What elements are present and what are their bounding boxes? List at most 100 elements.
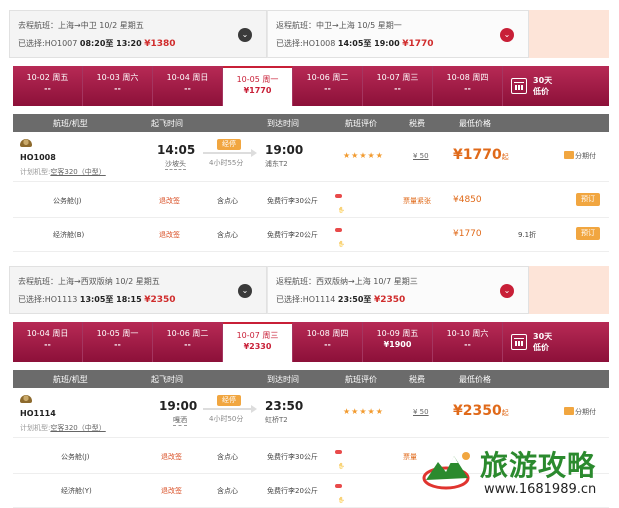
chevron-down-icon[interactable]: ⌄ (500, 284, 514, 298)
ticket-availability: 票量 (403, 453, 417, 461)
points-badge[interactable]: ✋ 最多485积分 (335, 194, 378, 215)
rating-stars-icon[interactable]: ★★★★★ (343, 407, 384, 416)
points-badge[interactable]: ✋ 最多578积分 (335, 450, 378, 471)
inbound-trip-summary[interactable]: 返程航班：西双版纳→上海 10/7 星期三 已选择:HO1114 23:50至 … (267, 266, 529, 314)
book-button[interactable]: 预订 (576, 227, 600, 240)
cabin-name: 经济舱(Y) (61, 487, 92, 495)
refund-change-link[interactable]: 退改签 (159, 196, 180, 206)
low-price-calendar-button[interactable]: 30天 低价 (503, 66, 609, 106)
chevron-down-icon[interactable]: ⌄ (500, 28, 514, 42)
travel-logo-icon (422, 452, 470, 490)
refund-change-link[interactable]: 退改签 (159, 230, 180, 240)
tax-value: ¥ 50 (413, 408, 429, 416)
date-tab[interactable]: 10-05 周一 -- (83, 322, 153, 362)
points-badge[interactable]: ✋ 最多235积分 (335, 484, 378, 505)
lowest-price: ¥1770起 (453, 147, 509, 163)
outbound-price: ¥2350 (144, 295, 176, 305)
chevron-down-icon[interactable]: ⌄ (238, 28, 252, 42)
flight-number: HO1114 (20, 409, 56, 418)
column-header: 到达时间 (267, 375, 299, 384)
installment-button[interactable]: 分期付 (564, 407, 596, 417)
aircraft-type: 计划机型:空客320（中型） (20, 424, 106, 432)
departure-time: 14:05 (157, 143, 196, 157)
inbound-title: 返程航班：西双版纳→上海 10/7 星期三 (276, 277, 418, 286)
installment-icon (564, 151, 574, 159)
column-header: 航班/机型 (53, 375, 88, 384)
cabin-name: 公务舱(J) (53, 197, 82, 205)
date-tab[interactable]: 10-03 周六 -- (83, 66, 153, 106)
date-tab-selected[interactable]: 10-05 周一 ¥1770 (223, 66, 293, 106)
meal-info: 含点心 (217, 487, 238, 495)
decorative-fill (529, 266, 609, 314)
column-header: 税费 (409, 375, 425, 384)
date-tab[interactable]: 10-08 周四 -- (433, 66, 503, 106)
date-tab[interactable]: 10-07 周三 -- (363, 66, 433, 106)
tax-value: ¥ 50 (413, 152, 429, 160)
outbound-price: ¥1380 (144, 39, 176, 49)
baggage-info: 免费行李30公斤 (267, 197, 318, 205)
date-tab[interactable]: 10-09 周五 ¥1900 (363, 322, 433, 362)
flight-panel-1: 去程航班：上海→中卫 10/2 星期五 已选择:HO1007 08:20至 13… (9, 10, 609, 254)
points-badge[interactable]: ✋ 最多142积分 (335, 228, 378, 249)
arrival-airport: 虹桥T2 (265, 416, 288, 424)
date-selector: 10-02 周五 -- 10-03 周六 -- 10-04 周日 -- 10-05 周… (13, 66, 609, 106)
chevron-down-icon[interactable]: ⌄ (238, 284, 252, 298)
departure-airport[interactable]: 沙坡头 (165, 159, 186, 170)
date-tab[interactable]: 10-06 周二 -- (293, 66, 363, 106)
baggage-info: 免费行李20公斤 (267, 231, 318, 239)
column-header: 起飞时间 (151, 119, 183, 128)
refund-change-link[interactable]: 退改签 (161, 452, 182, 462)
arrival-airport: 浦东T2 (265, 160, 288, 168)
column-header: 到达时间 (267, 119, 299, 128)
date-tab[interactable]: 10-04 周日 -- (13, 322, 83, 362)
inbound-trip-summary[interactable]: 返程航班：中卫→上海 10/5 星期一 已选择:HO1008 14:05至 19… (267, 10, 529, 58)
refund-change-link[interactable]: 退改签 (161, 486, 182, 496)
stopover-badge[interactable]: 经停 (217, 139, 241, 150)
inbound-selection: 已选择:HO1008 14:05至 19:00 ¥1770 (276, 39, 434, 49)
watermark-text: 旅游攻略 (480, 449, 597, 482)
low-price-calendar-button[interactable]: 30天 低价 (503, 322, 609, 362)
date-tab[interactable]: 10-04 周日 -- (153, 66, 223, 106)
arrow-right-icon (203, 405, 257, 413)
stopover-badge[interactable]: 经停 (217, 395, 241, 406)
outbound-trip-summary[interactable]: 去程航班：上海→西双版纳 10/2 星期五 已选择:HO1113 13:05至 … (9, 266, 267, 314)
column-header: 起飞时间 (151, 375, 183, 384)
date-tab[interactable]: 10-08 周四 -- (293, 322, 363, 362)
date-tab[interactable]: 10-02 周五 -- (13, 66, 83, 106)
cabin-price: ¥4850 (453, 195, 482, 205)
installment-button[interactable]: 分期付 (564, 151, 596, 161)
departure-airport[interactable]: 嘎洒 (173, 415, 187, 426)
flight-row[interactable]: HO1008 计划机型:空客320（中型） 14:05 沙坡头 经停 4小时55… (13, 134, 609, 182)
column-header: 税费 (409, 119, 425, 128)
rating-stars-icon[interactable]: ★★★★★ (343, 151, 384, 160)
meal-info: 含点心 (217, 231, 238, 239)
book-button[interactable]: 预订 (576, 193, 600, 206)
trip-summary-bar: 去程航班：上海→中卫 10/2 星期五 已选择:HO1007 08:20至 13… (9, 10, 609, 58)
calendar-icon (511, 334, 527, 350)
flight-number: HO1008 (20, 153, 56, 162)
inbound-price: ¥2350 (373, 295, 406, 305)
baggage-info: 免费行李20公斤 (267, 487, 318, 495)
column-header: 航班/机型 (53, 119, 88, 128)
date-tab[interactable]: 10-06 周二 -- (153, 322, 223, 362)
flight-duration: 4小时50分 (209, 415, 244, 423)
outbound-trip-summary[interactable]: 去程航班：上海→中卫 10/2 星期五 已选择:HO1007 08:20至 13… (9, 10, 267, 58)
arrival-time: 23:50 (265, 399, 304, 413)
installment-icon (564, 407, 574, 415)
cabin-row: 公务舱(J) 退改签 含点心 免费行李30公斤 ✋ 最多485积分 票量紧张 ¥4… (13, 184, 609, 218)
column-header: 最低价格 (459, 119, 491, 128)
inbound-selection: 已选择:HO1114 23:50至 ¥2350 (276, 295, 406, 305)
date-tab-selected[interactable]: 10-07 周三 ¥2330 (223, 322, 293, 362)
flight-row[interactable]: HO1114 计划机型:空客320（中型） 19:00 嘎洒 经停 4小时50分… (13, 390, 609, 438)
airline-logo-icon (20, 395, 32, 403)
table-header: 航班/机型 起飞时间 到达时间 航班评价 税费 最低价格 (13, 114, 609, 132)
ticket-availability: 票量紧张 (403, 197, 431, 205)
calendar-icon (511, 78, 527, 94)
lowest-price: ¥2350起 (453, 403, 509, 419)
date-selector: 10-04 周日 -- 10-05 周一 -- 10-06 周二 -- 10-07 周… (13, 322, 609, 362)
outbound-title: 去程航班：上海→中卫 10/2 星期五 (18, 21, 144, 30)
date-tab[interactable]: 10-10 周六 -- (433, 322, 503, 362)
departure-time: 19:00 (159, 399, 198, 413)
discount: 9.1折 (518, 231, 537, 239)
arrival-time: 19:00 (265, 143, 304, 157)
